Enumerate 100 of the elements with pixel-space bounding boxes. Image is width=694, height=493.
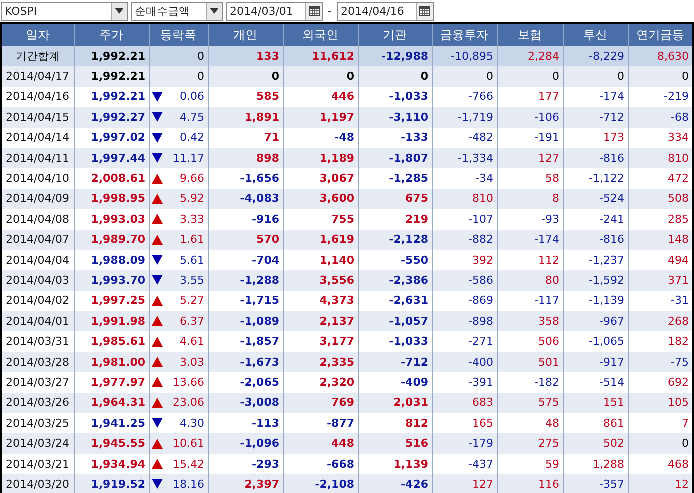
table-cell: 2014/03/24	[1, 433, 74, 454]
table-cell: 516	[358, 433, 432, 454]
table-cell: -8,229	[563, 46, 628, 66]
table-cell: 133	[208, 46, 283, 66]
change-value: 11.17	[173, 152, 204, 165]
table-cell: 2014/04/15	[1, 107, 74, 128]
table-cell: -2,386	[358, 270, 432, 291]
change-value: 10.61	[173, 437, 204, 450]
column-header[interactable]: 보험	[497, 23, 563, 46]
down-triangle-icon	[152, 153, 162, 164]
change-value: 0.42	[180, 131, 204, 144]
table-cell: -174	[497, 230, 563, 250]
table-cell: 1,919.52	[74, 474, 149, 493]
table-cell: 1,619	[283, 230, 358, 250]
column-header[interactable]: 금융투자	[432, 23, 497, 46]
table-cell: -3,008	[208, 392, 283, 414]
column-header[interactable]: 기관	[358, 23, 432, 46]
down-triangle-icon	[152, 92, 162, 102]
table-cell: 0	[149, 46, 208, 66]
column-header[interactable]: 외국인	[283, 23, 358, 46]
table-cell: 127	[432, 474, 497, 493]
table-cell: -68	[628, 107, 693, 128]
table-cell: 2014/03/20	[1, 474, 74, 493]
change-value: 23.06	[173, 396, 204, 410]
table-cell: -917	[563, 352, 628, 372]
table-cell: 1,992.27	[74, 107, 149, 128]
change-value: 5.61	[180, 254, 204, 267]
table-cell: 0	[497, 66, 563, 87]
down-triangle-icon	[152, 255, 162, 266]
market-select[interactable]: KOSPI	[1, 2, 128, 20]
change-value: 5.92	[180, 192, 204, 206]
change-value: 13.66	[173, 376, 204, 389]
change-value: 15.42	[173, 458, 204, 470]
table-cell: 151	[563, 392, 628, 414]
table-cell: 1,992.21	[74, 66, 149, 87]
table-cell: 116	[497, 474, 563, 493]
table-cell: 683	[432, 392, 497, 414]
table-cell: 2,137	[283, 311, 358, 332]
date-range-separator: -	[327, 4, 333, 18]
table-cell: -2,108	[283, 474, 358, 493]
change-value: 3.33	[180, 212, 204, 226]
change-value: 5.27	[180, 294, 204, 308]
table-cell: 0	[358, 66, 432, 87]
change-value: 18.16	[173, 478, 204, 491]
up-triangle-icon	[152, 296, 162, 306]
down-triangle-icon	[152, 479, 162, 490]
table-cell: 358	[497, 311, 563, 332]
column-header[interactable]: 주가	[74, 23, 149, 46]
table-cell: -1,719	[432, 107, 497, 128]
change-value: 4.75	[180, 110, 204, 124]
table-cell: 2014/04/03	[1, 270, 74, 291]
table-cell: -2,128	[358, 230, 432, 250]
table-cell: -4,083	[208, 188, 283, 210]
table-cell: -1,288	[208, 270, 283, 291]
column-header[interactable]: 연기금등	[628, 23, 693, 46]
table-cell: 2014/03/26	[1, 392, 74, 414]
table-cell: 1,964.31	[74, 392, 149, 414]
down-triangle-icon	[152, 132, 162, 143]
up-triangle-icon	[152, 357, 162, 368]
column-header[interactable]: 일자	[1, 23, 74, 46]
table-cell: 448	[283, 433, 358, 454]
table-cell: -816	[563, 148, 628, 168]
table-cell: 371	[628, 270, 693, 291]
table-cell: -1,673	[208, 352, 283, 372]
calendar-icon[interactable]	[308, 6, 320, 16]
change-value: 4.61	[180, 335, 204, 348]
table-cell: -426	[358, 474, 432, 493]
up-triangle-icon	[152, 174, 162, 184]
table-cell: 105	[628, 392, 693, 414]
table-cell: 11,612	[283, 46, 358, 66]
table-cell: 2014/04/11	[1, 148, 74, 168]
table-cell: -400	[432, 352, 497, 372]
table-cell: -1,096	[208, 433, 283, 454]
table-cell: 898	[208, 148, 283, 168]
column-header[interactable]: 등락폭	[149, 23, 208, 46]
up-triangle-icon	[152, 234, 162, 245]
table-cell: 2014/03/28	[1, 352, 74, 372]
change-value: 4.30	[180, 416, 204, 430]
change-value: 6.37	[180, 314, 204, 328]
end-date-field[interactable]: 2014/04/16	[336, 2, 434, 20]
table-cell: 1,991.98	[74, 311, 149, 332]
measure-select[interactable]: 순매수금액	[131, 2, 223, 20]
table-cell: -75	[628, 352, 693, 372]
start-date-field[interactable]: 2014/03/01	[226, 2, 323, 20]
change-value: 1.61	[180, 233, 204, 246]
table-cell: 1,992.21	[74, 46, 149, 66]
column-header[interactable]: 개인	[208, 23, 283, 46]
column-header[interactable]: 투신	[563, 23, 628, 46]
down-triangle-icon	[152, 275, 162, 286]
table-cell: 810	[628, 148, 693, 168]
table-cell: 501	[497, 352, 563, 372]
table-cell: -524	[563, 188, 628, 210]
calendar-icon[interactable]	[419, 6, 430, 16]
table-cell: -1,592	[563, 270, 628, 291]
up-triangle-icon	[152, 194, 162, 204]
table-cell: 3,556	[283, 270, 358, 291]
change-value: 9.66	[180, 172, 204, 186]
table-cell: 8	[497, 188, 563, 210]
table-cell: -816	[563, 230, 628, 250]
table-cell: 508	[628, 188, 693, 210]
